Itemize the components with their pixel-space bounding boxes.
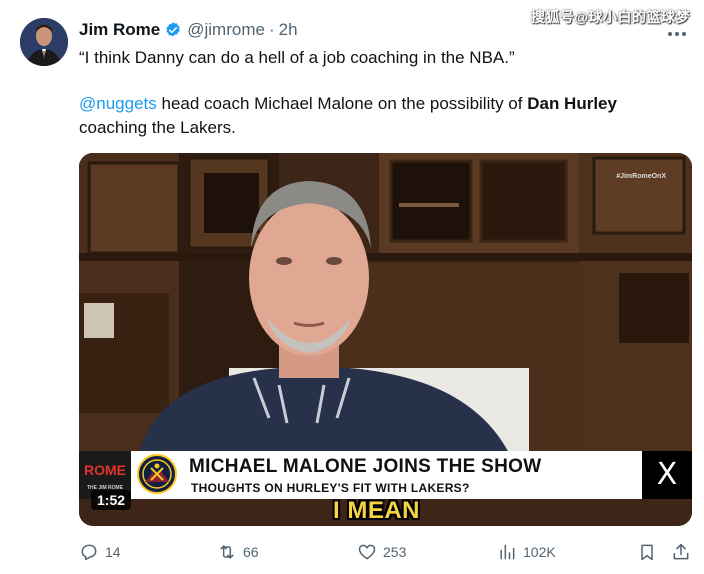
lower-third-title: MICHAEL MALONE JOINS THE SHOW [189,456,542,477]
video-player[interactable]: #JimRomeOnX ROME THE JIM ROME SHOW MICHA… [79,153,692,526]
author-handle[interactable]: @jimrome [187,20,265,40]
body-text-part2: coaching the Lakers. [79,118,236,137]
video-caption: I MEAN [333,497,420,524]
view-count: 102K [523,544,556,560]
lower-third-subtitle: THOUGHTS ON HURLEY'S FIT WITH LAKERS? [191,481,470,495]
heart-icon [358,544,376,560]
tweet-action-bar: 14 66 253 102K [79,542,691,566]
body-text-part1: head coach Michael Malone on the possibi… [156,94,528,113]
like-count: 253 [383,544,407,560]
nuggets-logo-icon [137,454,177,494]
video-corner-tag: #JimRomeOnX [616,173,666,180]
tweet-quote: “I think Danny can do a hell of a job co… [79,48,515,67]
video-duration: 1:52 [91,490,132,510]
author-avatar[interactable] [20,18,68,66]
body-bold-name: Dan Hurley [527,94,617,113]
repost-icon [220,545,234,559]
tweet-timestamp[interactable]: 2h [279,20,298,40]
repost-count: 66 [243,544,259,560]
rome-logo-text: ROME [84,462,126,478]
repost-button[interactable]: 66 [217,542,259,562]
author-name[interactable]: Jim Rome [79,20,160,40]
verified-badge-icon [164,21,182,39]
share-icon [673,543,689,560]
tweet-header: Jim Rome @jimrome · 2h [79,20,298,40]
reply-count: 14 [105,544,121,560]
reply-button[interactable]: 14 [79,542,121,562]
views-chart-icon [500,544,515,560]
bookmark-icon [641,544,653,561]
bookmark-button[interactable] [637,542,663,562]
tweet-body: @nuggets head coach Michael Malone on th… [79,92,679,140]
like-button[interactable]: 253 [357,542,406,562]
reply-icon [81,544,97,561]
more-icon[interactable] [668,32,686,36]
views-button[interactable]: 102K [497,542,556,562]
share-button[interactable] [671,542,697,562]
x-logo-icon: X [642,451,692,499]
separator-dot: · [268,20,275,39]
watermark: 搜狐号@球小白的篮球梦 [530,9,690,25]
nuggets-mention-link[interactable]: @nuggets [79,94,157,113]
